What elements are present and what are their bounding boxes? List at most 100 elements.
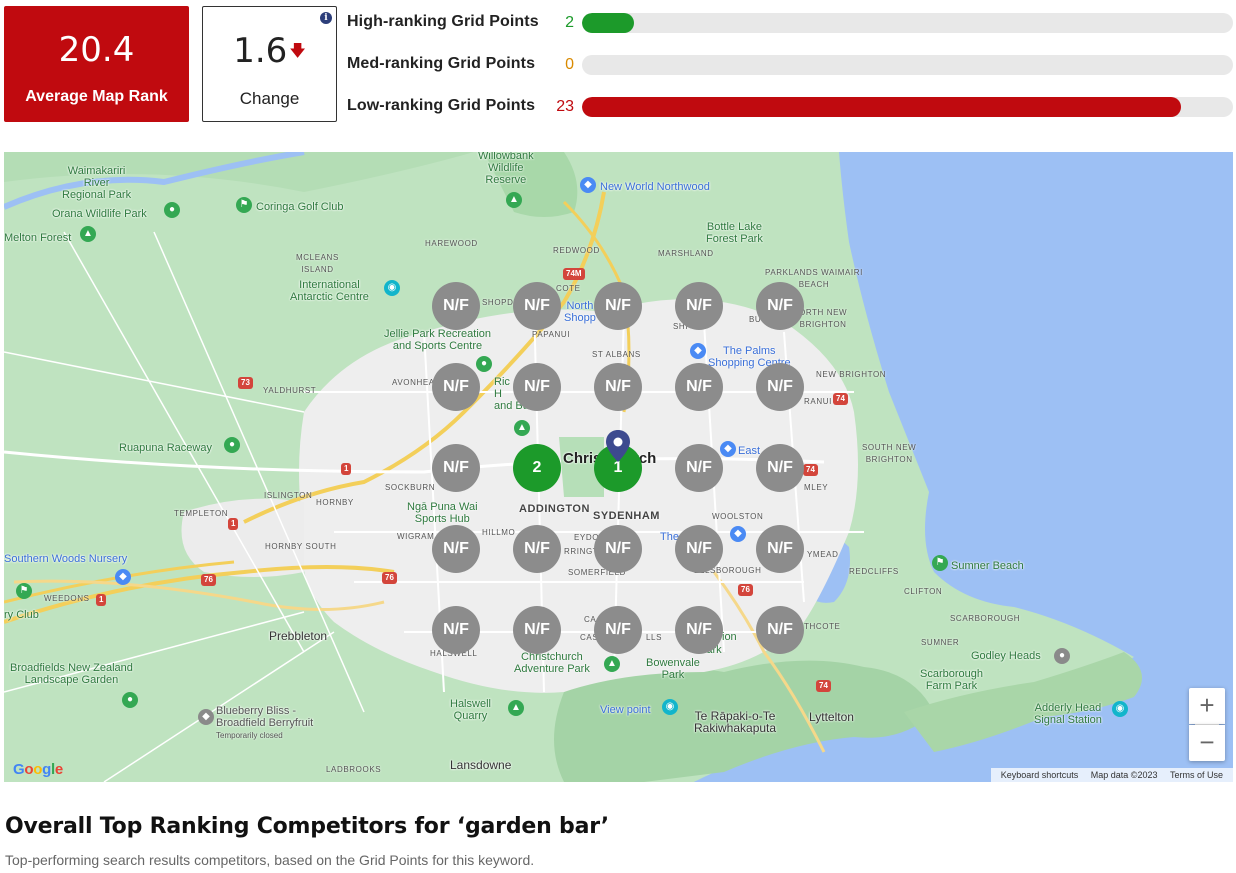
label-southern-woods: Southern Woods Nursery <box>4 553 128 565</box>
golf-icon[interactable]: ⚑ <box>236 197 252 213</box>
grid-point[interactable]: N/F <box>675 363 723 411</box>
shopping-bag-icon[interactable]: ◆ <box>690 343 706 359</box>
grid-point[interactable]: N/F <box>432 525 480 573</box>
high-ranking-track <box>582 13 1233 33</box>
grid-point[interactable]: N/F <box>432 363 480 411</box>
average-map-rank-card: 20.4 Average Map Rank <box>4 6 189 122</box>
shopping-bag-icon[interactable]: ◆ <box>115 569 131 585</box>
shopping-bag-icon[interactable]: ◆ <box>198 709 214 725</box>
camera-icon[interactable]: ◉ <box>662 699 678 715</box>
shopping-bag-icon[interactable]: ◆ <box>730 526 746 542</box>
grid-point[interactable]: N/F <box>594 282 642 330</box>
zoom-out-button[interactable]: − <box>1189 725 1225 761</box>
road-badge-1: 1 <box>341 463 352 475</box>
camera-icon[interactable]: ◉ <box>1112 701 1128 717</box>
grid-point[interactable]: N/F <box>675 444 723 492</box>
grid-point[interactable]: N/F <box>432 606 480 654</box>
map-attribution: Keyboard shortcuts Map data ©2023 Terms … <box>990 768 1233 782</box>
label-islington: ISLINGTON <box>264 491 313 500</box>
grid-point[interactable]: N/F <box>513 363 561 411</box>
change-value: 1.6 <box>233 31 288 71</box>
label-orana: Orana Wildlife Park <box>52 208 147 220</box>
map-data-text: Map data ©2023 <box>1090 770 1158 780</box>
tree-icon[interactable]: ▲ <box>80 226 96 242</box>
grid-point[interactable]: N/F <box>594 525 642 573</box>
label-adderley: Adderly Head Signal Station <box>1034 702 1102 726</box>
zoom-in-button[interactable]: + <box>1189 688 1225 724</box>
label-heathcote: THCOTE <box>804 622 841 631</box>
camera-icon[interactable]: ◉ <box>384 280 400 296</box>
grid-point[interactable]: 2 <box>513 444 561 492</box>
label-melton: Melton Forest <box>4 232 72 244</box>
paw-icon[interactable]: ● <box>164 202 180 218</box>
location-pin-icon[interactable]: ● <box>1054 648 1070 664</box>
grid-point[interactable]: N/F <box>594 363 642 411</box>
label-lyttelton: Lyttelton <box>809 710 854 724</box>
grid-point[interactable]: N/F <box>756 525 804 573</box>
info-icon[interactable]: i <box>320 12 332 24</box>
label-eastgate: East <box>738 445 761 457</box>
label-sumner-beach: Sumner Beach <box>951 560 1024 572</box>
grid-point[interactable]: N/F <box>675 282 723 330</box>
label-waimakariri: Waimakariri River Regional Park <box>62 165 132 201</box>
business-location-pin-icon[interactable] <box>606 430 630 462</box>
tree-icon[interactable]: ▲ <box>506 192 522 208</box>
label-blueberry: Blueberry Bliss - Broadfield Berryfruit <box>216 705 314 729</box>
grid-point[interactable]: N/F <box>675 606 723 654</box>
road-badge-76: 76 <box>382 572 397 584</box>
label-mcleans: MCLEANS ISLAND <box>296 253 339 274</box>
label-ladbrooks: LADBROOKS <box>326 765 382 774</box>
grid-point[interactable]: N/F <box>756 444 804 492</box>
map[interactable]: Willowbank Wildlife Reserve Waimakariri Riv… <box>4 152 1233 782</box>
high-ranking-label: High-ranking Grid Points <box>347 13 539 30</box>
grid-point[interactable]: N/F <box>432 282 480 330</box>
label-bromley: MLEY <box>804 483 829 492</box>
grid-point[interactable]: N/F <box>513 606 561 654</box>
golf-icon[interactable]: ⚑ <box>16 583 32 599</box>
label-adventure-park: Christchurch Adventure Park <box>514 651 590 675</box>
label-te-rapaki: Te Rāpaki-o-Te Rakiwhakaputa <box>694 709 777 735</box>
google-logo[interactable]: Google <box>13 761 63 778</box>
label-intl-antarctic: International Antarctic Centre <box>290 279 369 303</box>
grid-point[interactable]: N/F <box>513 282 561 330</box>
tree-icon[interactable]: ▲ <box>604 656 620 672</box>
road-badge-74: 74 <box>816 680 831 692</box>
low-ranking-track <box>582 97 1233 117</box>
location-pin-icon[interactable]: ● <box>224 437 240 453</box>
grid-point[interactable]: N/F <box>756 282 804 330</box>
label-sockburn: SOCKBURN <box>385 483 436 492</box>
change-card: i 1.6 🡇 Change <box>202 6 337 122</box>
label-aranui: RANUI <box>804 397 832 406</box>
label-wigram: WIGRAM <box>397 532 435 541</box>
keyboard-shortcuts-link[interactable]: Keyboard shortcuts <box>1001 770 1079 780</box>
med-ranking-count: 0 <box>565 56 574 73</box>
road-badge-74: 74 <box>803 464 818 476</box>
road-badge-76: 76 <box>738 584 753 596</box>
grid-point[interactable]: N/F <box>594 606 642 654</box>
grid-point[interactable]: N/F <box>756 363 804 411</box>
grid-point[interactable]: N/F <box>675 525 723 573</box>
road-badge-1: 1 <box>228 518 239 530</box>
grid-point[interactable]: N/F <box>513 525 561 573</box>
shopping-cart-icon[interactable]: ◆ <box>580 177 596 193</box>
label-ferrymead: YMEAD <box>807 550 839 559</box>
location-pin-icon[interactable]: ● <box>476 356 492 372</box>
label-halswell-quarry: Halswell Quarry <box>450 698 491 722</box>
label-bottle-lake: Bottle Lake Forest Park <box>706 221 763 245</box>
label-weedons: WEEDONS <box>44 594 90 603</box>
average-map-rank-label: Average Map Rank <box>25 88 168 105</box>
tree-icon[interactable]: ▲ <box>508 700 524 716</box>
label-sumner: SUMNER <box>921 638 960 647</box>
label-sydenham: SYDENHAM <box>593 510 660 522</box>
tree-icon[interactable]: ▲ <box>514 420 530 436</box>
grid-point[interactable]: N/F <box>756 606 804 654</box>
location-pin-icon[interactable]: ● <box>122 692 138 708</box>
beach-icon[interactable]: ⚑ <box>932 555 948 571</box>
shopping-bag-icon[interactable]: ◆ <box>720 441 736 457</box>
road-badge-76: 76 <box>201 574 216 586</box>
label-godley: Godley Heads <box>971 650 1041 662</box>
label-clifton: CLIFTON <box>904 587 943 596</box>
label-jellie: Jellie Park Recreation and Sports Centre <box>384 328 491 352</box>
grid-point[interactable]: N/F <box>432 444 480 492</box>
terms-of-use-link[interactable]: Terms of Use <box>1170 770 1223 780</box>
